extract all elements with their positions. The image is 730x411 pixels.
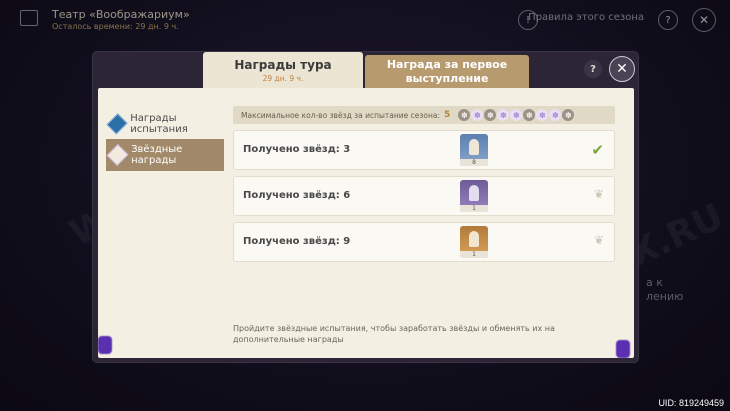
- star-progress: ✽ ✽ ✽ ✽ ✽ ✽ ✽ ✽ ✽: [458, 109, 575, 121]
- claimed-check-icon: ✔: [591, 141, 604, 159]
- star-grey-icon: ✽: [523, 109, 536, 121]
- reward-item-count: 8: [460, 159, 488, 166]
- close-icon: ✕: [616, 61, 628, 77]
- help-icon[interactable]: ?: [584, 60, 602, 78]
- reward-item-icon: [469, 185, 479, 201]
- tab-label: Награда за первое выступление: [386, 58, 508, 85]
- star-purple-icon: ✽: [497, 109, 510, 121]
- corner-ornament: [616, 340, 630, 358]
- star-grey-icon: ✽: [458, 109, 471, 121]
- star-purple-icon: ✽: [471, 109, 484, 121]
- blue-diamond-icon: [106, 113, 128, 135]
- sidebar-item-star-rewards[interactable]: Звёздные награды: [106, 139, 224, 171]
- reward-row: Получено звёзд: 3 8 ✔: [233, 130, 615, 170]
- reward-row: Получено звёзд: 9 1 ❦: [233, 222, 615, 262]
- reward-row: Получено звёзд: 6 1 ❦: [233, 176, 615, 216]
- star-grey-icon: ✽: [484, 109, 497, 121]
- sidebar-item-label: Звёздные награды: [131, 144, 183, 166]
- sidebar-item-challenge-rewards[interactable]: Награды испытания: [106, 108, 224, 140]
- star-grey-icon: ✽: [562, 109, 575, 121]
- stars-required-label: Получено звёзд: 9: [243, 236, 351, 247]
- max-stars-bar: Максимальное кол-во звёзд за испытание с…: [233, 106, 615, 124]
- tab-timer: 29 дн. 9 ч.: [262, 74, 304, 83]
- reward-item[interactable]: 1: [460, 180, 488, 212]
- locked-butterfly-icon: ❦: [593, 187, 604, 201]
- reward-item-count: 1: [460, 205, 488, 212]
- star-purple-icon: ✽: [549, 109, 562, 121]
- star-purple-icon: ✽: [536, 109, 549, 121]
- footer-hint: Пройдите звёздные испытания, чтобы зараб…: [233, 324, 555, 344]
- star-badge-icon: [106, 144, 129, 166]
- reward-item-icon: [469, 139, 479, 155]
- tab-label: Награды тура: [234, 58, 332, 72]
- tab-first-performance-reward[interactable]: Награда за первое выступление: [365, 55, 529, 91]
- star-purple-icon: ✽: [510, 109, 523, 121]
- stars-required-label: Получено звёзд: 6: [243, 190, 351, 201]
- max-stars-value: 5: [444, 110, 451, 120]
- reward-item[interactable]: 8: [460, 134, 488, 166]
- tab-tour-rewards[interactable]: Награды тура 29 дн. 9 ч.: [203, 52, 363, 88]
- locked-butterfly-icon: ❦: [593, 233, 604, 247]
- reward-item[interactable]: 1: [460, 226, 488, 258]
- close-button[interactable]: ✕: [609, 56, 635, 82]
- max-stars-label: Максимальное кол-во звёзд за испытание с…: [241, 110, 441, 120]
- reward-item-icon: [469, 231, 479, 247]
- corner-ornament: [98, 336, 112, 354]
- stars-required-label: Получено звёзд: 3: [243, 144, 351, 155]
- sidebar-item-label: Награды испытания: [130, 113, 188, 135]
- user-id: UID: 819249459: [658, 398, 724, 408]
- reward-item-count: 1: [460, 251, 488, 258]
